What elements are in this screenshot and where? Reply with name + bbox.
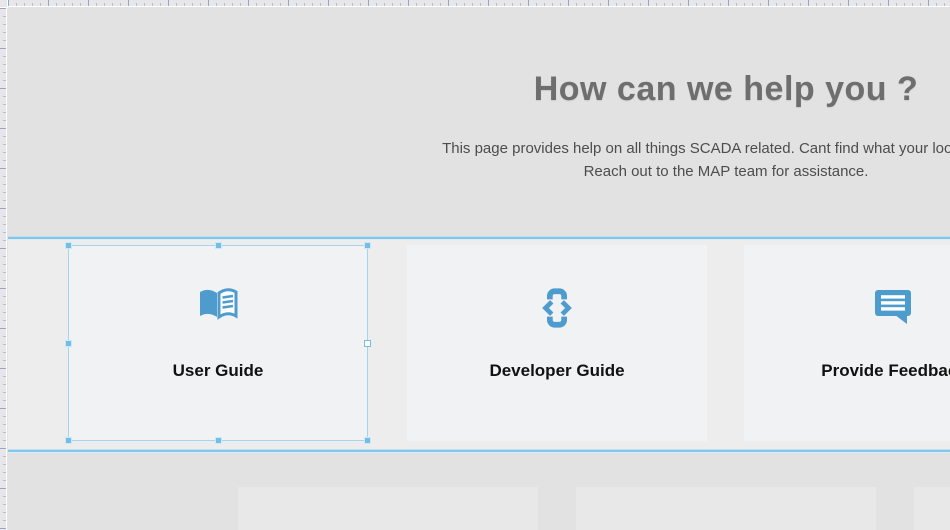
open-book-icon: [68, 287, 368, 328]
subtitle-line-2: Reach out to the MAP team for assistance…: [584, 163, 869, 180]
card-row2-item[interactable]: [914, 487, 950, 530]
horizontal-ruler: [8, 0, 950, 7]
card-row2-item[interactable]: [238, 487, 538, 530]
card-label: User Guide: [68, 361, 368, 381]
editor-stage: How can we help you ? This page provides…: [0, 0, 950, 530]
chat-bubble-icon: [744, 287, 950, 330]
card-user-guide[interactable]: User Guide: [68, 245, 368, 441]
page-subtitle: This page provides help on all things SC…: [8, 137, 950, 183]
subtitle-line-1: This page provides help on all things SC…: [442, 140, 950, 157]
card-row2-item[interactable]: [576, 487, 876, 530]
hero-section: How can we help you ? This page provides…: [8, 8, 950, 236]
card-developer-guide[interactable]: Developer Guide: [407, 245, 707, 441]
mobile-code-icon: [407, 287, 707, 334]
card-label: Provide Feedback: [744, 361, 950, 381]
vertical-ruler: [0, 8, 7, 530]
page-title: How can we help you ?: [8, 70, 950, 109]
design-canvas[interactable]: How can we help you ? This page provides…: [8, 8, 950, 530]
ruler-corner: [0, 0, 8, 8]
card-label: Developer Guide: [407, 361, 707, 381]
card-provide-feedback[interactable]: Provide Feedback: [744, 245, 950, 441]
